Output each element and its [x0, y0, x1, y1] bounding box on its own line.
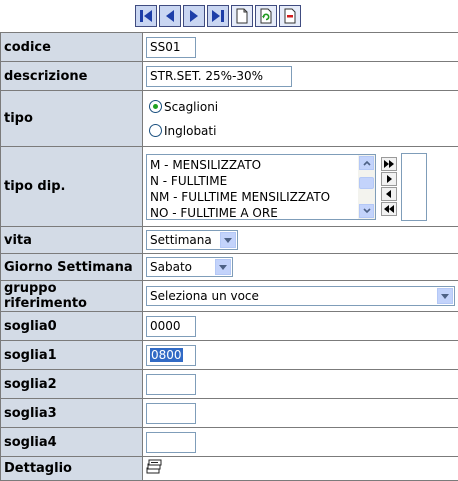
- move-right-button[interactable]: [381, 172, 397, 186]
- refresh-icon: [258, 8, 274, 24]
- last-record-button[interactable]: [207, 5, 229, 27]
- scroll-up-button[interactable]: [359, 156, 374, 170]
- new-record-button[interactable]: [231, 5, 253, 27]
- new-record-icon: [234, 8, 250, 24]
- transfer-buttons: [381, 157, 397, 217]
- row-soglia0: soglia0 0000: [1, 312, 458, 341]
- soglia4-input[interactable]: [146, 432, 196, 453]
- row-codice: codice SS01: [1, 33, 458, 62]
- detail-stack-icon[interactable]: [146, 459, 162, 478]
- move-all-left-button[interactable]: [381, 202, 397, 216]
- move-all-right-button[interactable]: [381, 157, 397, 171]
- scroll-thumb[interactable]: [359, 177, 374, 189]
- soglia2-input[interactable]: [146, 374, 196, 395]
- row-descrizione: descrizione STR.SET. 25%-30%: [1, 62, 458, 91]
- soglia0-label: soglia0: [1, 312, 143, 341]
- double-right-icon: [384, 160, 394, 168]
- selected-tipo-dip-listbox[interactable]: [401, 153, 427, 221]
- list-item[interactable]: M - MENSILIZZATO: [150, 157, 357, 173]
- refresh-button[interactable]: [255, 5, 277, 27]
- edit-form: codice SS01 descrizione STR.SET. 25%-30%…: [0, 32, 458, 481]
- gruppo-riferimento-select[interactable]: Seleziona un voce: [146, 286, 455, 306]
- double-left-icon: [384, 205, 394, 213]
- row-giorno-settimana: Giorno Settimana Sabato: [1, 254, 458, 281]
- tipo-dip-label: tipo dip.: [1, 147, 143, 227]
- next-icon: [186, 9, 202, 23]
- last-icon: [210, 9, 226, 23]
- soglia3-label: soglia3: [1, 399, 143, 428]
- chevron-down-icon: [363, 208, 371, 214]
- codice-input[interactable]: SS01: [146, 37, 196, 58]
- soglia2-label: soglia2: [1, 370, 143, 399]
- row-soglia4: soglia4: [1, 428, 458, 457]
- descrizione-input[interactable]: STR.SET. 25%-30%: [146, 66, 292, 87]
- left-icon: [386, 190, 392, 198]
- delete-record-button[interactable]: [279, 5, 301, 27]
- delete-icon: [282, 8, 298, 24]
- chevron-down-icon: [215, 259, 231, 275]
- previous-icon: [162, 9, 178, 23]
- radio-button-inglobati[interactable]: [149, 124, 162, 137]
- move-left-button[interactable]: [381, 187, 397, 201]
- row-soglia1: soglia1 0800: [1, 341, 458, 370]
- radio-label-inglobati: Inglobati: [164, 124, 216, 138]
- row-soglia2: soglia2: [1, 370, 458, 399]
- row-soglia3: soglia3: [1, 399, 458, 428]
- scroll-down-button[interactable]: [359, 204, 374, 218]
- vita-label: vita: [1, 227, 143, 254]
- first-record-button[interactable]: [135, 5, 157, 27]
- list-scrollbar[interactable]: [358, 155, 375, 219]
- row-dettaglio: Dettaglio: [1, 457, 458, 481]
- tipo-label: tipo: [1, 91, 143, 147]
- list-item[interactable]: N - FULLTIME: [150, 173, 357, 189]
- dettaglio-label: Dettaglio: [1, 457, 143, 481]
- row-vita: vita Settimana: [1, 227, 458, 254]
- radio-inglobati[interactable]: Inglobati: [149, 119, 458, 143]
- list-item[interactable]: NM - FULLTIME MENSILIZZATO: [150, 189, 357, 205]
- soglia0-input[interactable]: 0000: [146, 316, 196, 337]
- descrizione-label: descrizione: [1, 62, 143, 91]
- record-toolbar: [135, 5, 303, 29]
- giorno-settimana-select-value: Sabato: [147, 260, 215, 274]
- giorno-settimana-select[interactable]: Sabato: [146, 257, 233, 277]
- row-tipo-dip: tipo dip. M - MENSILIZZATO N - FULLTIME …: [1, 147, 458, 227]
- gruppo-riferimento-label: gruppo riferimento: [1, 281, 143, 312]
- giorno-settimana-label: Giorno Settimana: [1, 254, 143, 281]
- soglia1-input[interactable]: 0800: [146, 345, 196, 366]
- chevron-down-icon: [437, 288, 453, 304]
- right-icon: [386, 175, 392, 183]
- vita-select-value: Settimana: [147, 233, 220, 247]
- tipo-dip-listbox[interactable]: M - MENSILIZZATO N - FULLTIME NM - FULLT…: [146, 154, 376, 220]
- soglia1-label: soglia1: [1, 341, 143, 370]
- radio-label-scaglioni: Scaglioni: [164, 100, 218, 114]
- chevron-up-icon: [363, 160, 371, 166]
- row-gruppo-riferimento: gruppo riferimento Seleziona un voce: [1, 281, 458, 312]
- gruppo-riferimento-select-value: Seleziona un voce: [147, 289, 437, 303]
- soglia1-selected-value: 0800: [150, 348, 183, 362]
- list-item[interactable]: NO - FULLTIME A ORE: [150, 205, 357, 220]
- first-icon: [138, 9, 154, 23]
- soglia4-label: soglia4: [1, 428, 143, 457]
- next-record-button[interactable]: [183, 5, 205, 27]
- chevron-down-icon: [220, 232, 236, 248]
- radio-scaglioni[interactable]: Scaglioni: [149, 95, 458, 119]
- previous-record-button[interactable]: [159, 5, 181, 27]
- codice-label: codice: [1, 33, 143, 62]
- soglia3-input[interactable]: [146, 403, 196, 424]
- row-tipo: tipo Scaglioni Inglobati: [1, 91, 458, 147]
- radio-button-scaglioni[interactable]: [149, 100, 162, 113]
- vita-select[interactable]: Settimana: [146, 230, 238, 250]
